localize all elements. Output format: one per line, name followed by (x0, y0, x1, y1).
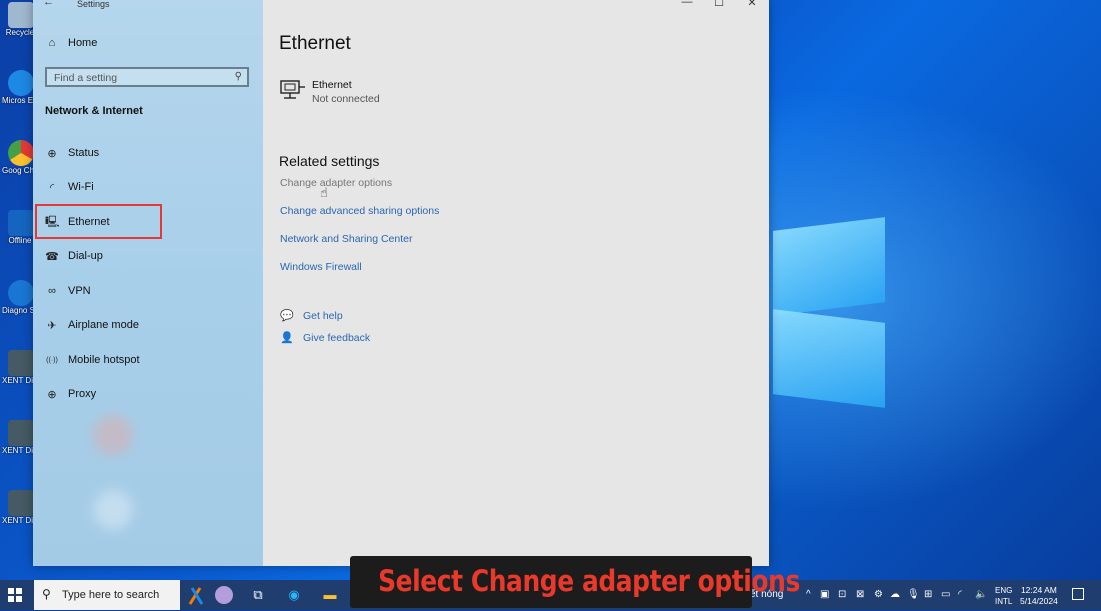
desktop-icon-offline[interactable]: Offline (6, 210, 36, 246)
feedback-person-icon: 👤 (280, 332, 294, 344)
tray-app-icon[interactable]: ⚙ (874, 589, 883, 600)
settings-main-content: — ☐ ✕ Ethernet Ethernet Not connected Re… (263, 0, 769, 566)
tutorial-caption: Select Change adapter options (350, 556, 800, 608)
give-feedback-link[interactable]: 👤 Give feedback (280, 331, 371, 345)
sidebar-item-proxy[interactable]: ⊕ Proxy (45, 385, 245, 403)
notifications-icon[interactable] (1072, 588, 1084, 600)
battery-icon[interactable]: ▭ (941, 589, 950, 600)
desktop-icons: Recycle Micros Edge Goog Chro Offline Di… (0, 0, 38, 580)
home-icon: ⌂ (48, 37, 56, 49)
airplane-icon: ✈ (47, 319, 57, 332)
taskbar-search-box[interactable]: ⚲ Type here to search (34, 580, 180, 610)
change-advanced-sharing-link[interactable]: Change advanced sharing options (280, 205, 439, 217)
tray-app-icon[interactable]: ▣ (820, 589, 829, 600)
desktop-icon-xentry-1[interactable]: XENT Diagn (2, 350, 38, 386)
search-input[interactable]: Find a setting ⚲ (45, 67, 249, 87)
start-button[interactable] (8, 588, 22, 602)
sidebar-item-wifi[interactable]: ◜ Wi-Fi (45, 178, 245, 196)
sidebar-item-label: Wi-Fi (68, 181, 94, 193)
task-view-icon[interactable]: ⧉ (250, 587, 266, 603)
maximize-button[interactable]: ☐ (709, 0, 729, 9)
desktop-icon-diagnostic-stop[interactable]: Diagno Stop (2, 280, 38, 316)
highlight-box-ethernet (35, 204, 162, 239)
sidebar-item-home[interactable]: ⌂ Home (45, 37, 98, 49)
search-icon: ⚲ (234, 71, 242, 82)
settings-window: ← Settings ⌂ Home Find a setting ⚲ Netwo… (33, 0, 769, 566)
dialup-icon: ☎ (45, 250, 59, 263)
tray-app-icon[interactable]: ⊞ (924, 589, 932, 600)
taskbar-search-placeholder: Type here to search (62, 589, 160, 601)
sidebar-item-label: VPN (68, 285, 91, 297)
tray-app-icon[interactable]: ☁ (890, 589, 900, 600)
sidebar-item-status[interactable]: ⊕ Status (45, 144, 245, 162)
show-hidden-icons-chevron-icon[interactable]: ^ (806, 589, 811, 600)
sidebar-item-dialup[interactable]: ☎ Dial-up (45, 247, 245, 265)
get-help-link[interactable]: 💬 Get help (280, 309, 343, 323)
sidebar-item-label: Status (68, 147, 100, 159)
related-settings-heading: Related settings (279, 153, 380, 169)
microphone-icon[interactable]: 🎙 (907, 589, 920, 600)
help-chat-icon: 💬 (280, 310, 294, 322)
get-help-label: Get help (303, 309, 343, 322)
caption-text: Select Change adapter options (378, 564, 800, 598)
network-sharing-center-link[interactable]: Network and Sharing Center (280, 233, 413, 245)
close-button[interactable]: ✕ (742, 0, 762, 9)
sidebar-item-label: Home (68, 37, 98, 49)
clock-date: 5/14/2024 (1020, 596, 1058, 606)
sidebar-item-label: Airplane mode (68, 319, 139, 331)
blurred-region (93, 415, 133, 455)
desktop-icon-xentry-3[interactable]: XENT Diagn (2, 490, 38, 526)
sidebar-item-vpn[interactable]: ∞ VPN (45, 282, 245, 300)
desktop-icon-edge[interactable]: Micros Edge (2, 70, 38, 106)
proxy-globe-icon: ⊕ (47, 388, 57, 401)
desktop-icon-chrome[interactable]: Goog Chro (2, 140, 38, 176)
tray-app-icon[interactable]: ⊡ (838, 589, 846, 600)
clock[interactable]: 12:24 AM 5/14/2024 (1020, 585, 1058, 607)
wifi-icon: ◜ (49, 181, 55, 194)
hotspot-icon: ((·)) (46, 356, 58, 364)
section-heading: Network & Internet (45, 105, 143, 117)
search-highlight-widget-icon[interactable] (186, 584, 238, 606)
sidebar-item-label: Mobile hotspot (68, 354, 140, 366)
search-placeholder: Find a setting (54, 72, 118, 84)
vpn-icon: ∞ (48, 285, 56, 297)
desktop-icon-xentry-2[interactable]: XENT Diagn (2, 420, 38, 456)
minimize-button[interactable]: — (677, 0, 697, 8)
sidebar-item-mobile-hotspot[interactable]: ((·)) Mobile hotspot (45, 351, 245, 369)
language-indicator[interactable]: ENG INTL (995, 585, 1012, 607)
ethernet-adapter-icon (280, 80, 305, 99)
settings-sidebar: ← Settings ⌂ Home Find a setting ⚲ Netwo… (33, 0, 263, 566)
windows-firewall-link[interactable]: Windows Firewall (280, 261, 362, 273)
adapter-name[interactable]: Ethernet (312, 79, 352, 91)
search-icon: ⚲ (42, 587, 51, 601)
page-title: Ethernet (279, 33, 351, 54)
desktop-icon-recycle-bin[interactable]: Recycle (6, 2, 36, 38)
sidebar-item-label: Proxy (68, 388, 97, 400)
tray-app-icon[interactable]: ⊠ (856, 589, 864, 600)
back-arrow-icon[interactable]: ← (43, 0, 54, 8)
sidebar-item-airplane-mode[interactable]: ✈ Airplane mode (45, 316, 245, 334)
globe-status-icon: ⊕ (47, 147, 57, 160)
file-explorer-icon[interactable]: ▬ (322, 587, 338, 603)
change-adapter-options-link[interactable]: Change adapter options (280, 177, 392, 189)
give-feedback-label: Give feedback (303, 331, 371, 344)
adapter-status: Not connected (312, 93, 380, 105)
hand-cursor-icon: ☝ (320, 185, 328, 200)
clock-time: 12:24 AM (1020, 585, 1057, 595)
sidebar-item-label: Dial-up (68, 250, 103, 262)
window-title: Settings (77, 0, 110, 9)
windows-logo-wallpaper (773, 208, 885, 418)
volume-icon[interactable]: 🔈 (975, 589, 987, 600)
blurred-region (93, 490, 133, 530)
edge-taskbar-icon[interactable]: ◉ (286, 587, 302, 603)
network-icon[interactable]: ◜ (958, 589, 962, 600)
